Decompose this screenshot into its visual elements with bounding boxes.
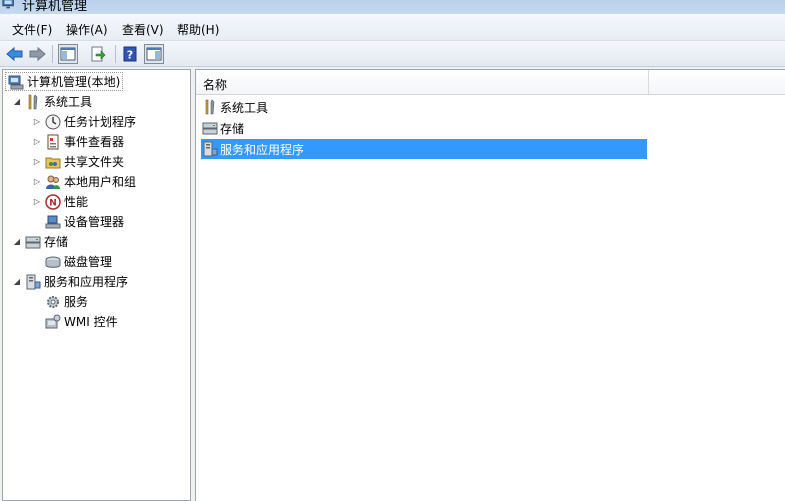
menu-view[interactable]: 查看(V) bbox=[122, 21, 164, 38]
toolbar-separator bbox=[115, 45, 116, 63]
back-icon bbox=[6, 46, 23, 62]
console-tree[interactable]: 计算机管理(本地) ◢ 系统工具 ▷ 任务计划程序 ▷ 事件查看器 ▷ 共享文件… bbox=[2, 69, 191, 501]
tree-item-performance[interactable]: ▷ N 性能 bbox=[32, 192, 88, 211]
tree-root[interactable]: 计算机管理(本地) bbox=[5, 72, 124, 91]
list-item-services-applications[interactable]: 服务和应用程序 bbox=[201, 139, 647, 159]
tree-item-label: 任务计划程序 bbox=[64, 115, 137, 129]
tree-item-storage[interactable]: ◢ 存储 bbox=[12, 232, 68, 251]
tree-item-label: WMI 控件 bbox=[64, 315, 118, 329]
expanded-arrow-icon[interactable]: ◢ bbox=[12, 277, 22, 287]
window-title: 计算机管理 bbox=[22, 0, 88, 14]
storage-icon bbox=[202, 122, 218, 135]
export-list-button[interactable] bbox=[88, 44, 108, 64]
tree-item-event-viewer[interactable]: ▷ 事件查看器 bbox=[32, 132, 124, 151]
disk-icon bbox=[45, 256, 61, 268]
users-icon bbox=[46, 175, 60, 189]
toolbar: ? bbox=[0, 41, 785, 67]
list-item-system-tools[interactable]: 系统工具 bbox=[201, 97, 268, 117]
collapsed-arrow-icon[interactable]: ▷ bbox=[32, 137, 42, 147]
menu-bar: 文件(F) 操作(A) 查看(V) 帮助(H) bbox=[0, 14, 785, 41]
gear-icon bbox=[47, 295, 59, 308]
device-manager-icon bbox=[45, 215, 61, 228]
tree-item-shared-folders[interactable]: ▷ 共享文件夹 bbox=[32, 152, 124, 171]
event-viewer-icon bbox=[47, 134, 59, 149]
list-item-storage[interactable]: 存储 bbox=[201, 118, 244, 138]
forward-button[interactable] bbox=[27, 44, 47, 64]
tree-item-wmi-control[interactable]: WMI 控件 bbox=[42, 312, 118, 331]
collapsed-arrow-icon[interactable]: ▷ bbox=[32, 117, 42, 127]
show-hide-action-pane-icon bbox=[146, 47, 162, 61]
tree-item-services-applications[interactable]: ◢ 服务和应用程序 bbox=[12, 272, 128, 291]
svg-text:N: N bbox=[49, 198, 57, 208]
help-button[interactable]: ? bbox=[120, 44, 140, 64]
services-apps-icon bbox=[26, 274, 41, 289]
collapsed-arrow-icon[interactable]: ▷ bbox=[32, 197, 42, 207]
tree-item-label: 服务和应用程序 bbox=[44, 275, 129, 289]
menu-file[interactable]: 文件(F) bbox=[12, 21, 52, 38]
computer-management-icon bbox=[8, 75, 24, 89]
expanded-arrow-icon[interactable]: ◢ bbox=[12, 237, 22, 247]
collapsed-arrow-icon[interactable]: ▷ bbox=[32, 177, 42, 187]
tree-item-label: 服务 bbox=[64, 295, 89, 309]
tree-item-label: 共享文件夹 bbox=[64, 155, 125, 169]
show-hide-tree-icon bbox=[60, 47, 76, 61]
result-list[interactable]: 名称 系统工具 存储 服务和应用程序 bbox=[195, 69, 785, 501]
clock-icon bbox=[45, 114, 61, 129]
collapsed-arrow-icon[interactable]: ▷ bbox=[32, 157, 42, 167]
show-hide-tree-button[interactable] bbox=[58, 44, 78, 64]
tree-item-label: 设备管理器 bbox=[64, 215, 125, 229]
back-button[interactable] bbox=[5, 44, 25, 64]
svg-text:?: ? bbox=[127, 49, 133, 62]
tree-item-label: 事件查看器 bbox=[64, 135, 125, 149]
expanded-arrow-icon[interactable]: ◢ bbox=[12, 97, 22, 107]
list-item-label: 服务和应用程序 bbox=[220, 142, 305, 157]
tree-item-services[interactable]: 服务 bbox=[42, 292, 88, 311]
tree-item-label: 磁盘管理 bbox=[64, 255, 113, 269]
tree-item-disk-management[interactable]: 磁盘管理 bbox=[42, 252, 112, 271]
menu-action[interactable]: 操作(A) bbox=[66, 21, 108, 38]
title-bar: 计算机管理 bbox=[0, 0, 785, 14]
tree-item-local-users-groups[interactable]: ▷ 本地用户和组 bbox=[32, 172, 136, 191]
storage-icon bbox=[25, 236, 41, 248]
tools-icon bbox=[28, 93, 38, 109]
menu-help[interactable]: 帮助(H) bbox=[177, 21, 219, 38]
tree-root-label: 计算机管理(本地) bbox=[27, 75, 121, 89]
tree-item-label: 系统工具 bbox=[44, 95, 93, 109]
toolbar-separator bbox=[52, 45, 53, 63]
tree-item-system-tools[interactable]: ◢ 系统工具 bbox=[12, 92, 92, 111]
column-header-name[interactable]: 名称 bbox=[203, 76, 227, 93]
list-item-label: 存储 bbox=[220, 121, 245, 136]
list-item-label: 系统工具 bbox=[220, 100, 269, 115]
tools-icon bbox=[205, 99, 215, 115]
shared-folder-icon bbox=[45, 157, 61, 168]
show-hide-action-pane-button[interactable] bbox=[144, 44, 164, 64]
help-icon: ? bbox=[123, 46, 137, 62]
tree-item-label: 存储 bbox=[44, 235, 69, 249]
export-list-icon bbox=[91, 46, 106, 62]
computer-management-icon bbox=[2, 0, 14, 9]
column-header-row: 名称 bbox=[196, 70, 785, 95]
tree-item-label: 本地用户和组 bbox=[64, 175, 137, 189]
forward-icon bbox=[29, 46, 46, 62]
column-divider[interactable] bbox=[648, 70, 649, 95]
tree-item-device-manager[interactable]: 设备管理器 bbox=[42, 212, 124, 231]
tree-item-task-scheduler[interactable]: ▷ 任务计划程序 bbox=[32, 112, 136, 131]
wmi-icon bbox=[45, 314, 61, 328]
performance-icon: N bbox=[45, 193, 61, 210]
services-apps-icon bbox=[203, 141, 218, 157]
tree-item-label: 性能 bbox=[64, 195, 89, 209]
